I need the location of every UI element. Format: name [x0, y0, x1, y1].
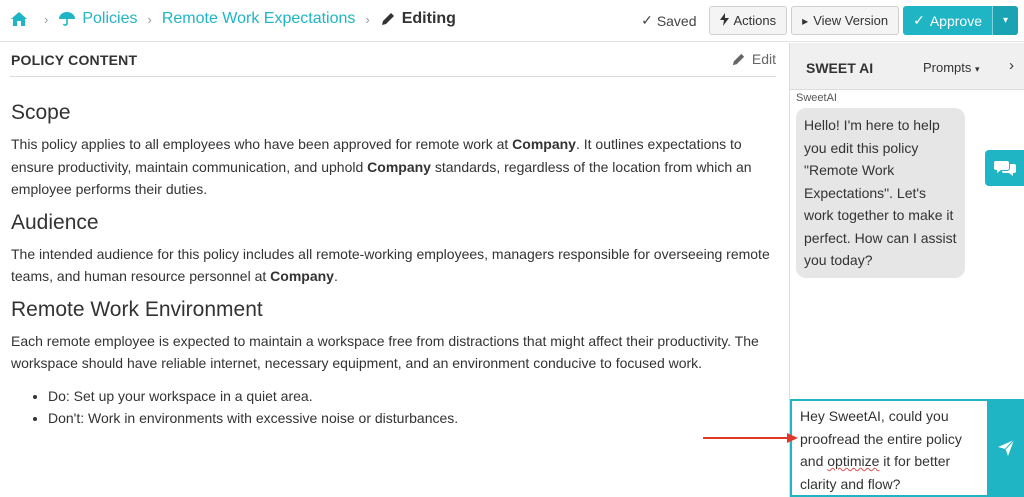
chat-toggle-button[interactable]: [985, 150, 1024, 186]
approve-label: Approve: [929, 12, 982, 29]
home-icon[interactable]: [10, 11, 28, 27]
caret-down-icon: ▾: [1002, 15, 1009, 26]
environment-heading: Remote Work Environment: [11, 297, 263, 321]
prompts-dropdown[interactable]: Prompts ▾: [923, 60, 980, 75]
chat-messages: SweetAI Hello! I'm here to help you edit…: [790, 90, 986, 396]
approve-button[interactable]: ✓ Approve: [903, 6, 992, 35]
pencil-icon: [380, 11, 396, 27]
approve-dropdown-button[interactable]: ▾: [992, 6, 1018, 35]
saved-label: Saved: [656, 12, 697, 29]
breadcrumb-policies[interactable]: Policies: [82, 10, 137, 28]
ai-message-bubble: Hello! I'm here to help you edit this po…: [796, 108, 965, 278]
send-button[interactable]: [987, 399, 1024, 497]
environment-paragraph: Each remote employee is expected to main…: [11, 332, 759, 372]
audience-heading: Audience: [11, 210, 99, 234]
environment-list: Do: Set up your workspace in a quiet are…: [48, 385, 776, 430]
scope-paragraph: This policy applies to all employees who…: [11, 136, 752, 197]
ai-header: SWEET AI Prompts ▾ ›: [790, 43, 1024, 90]
section-title: POLICY CONTENT: [11, 52, 138, 68]
chevron-right-icon: ›: [44, 11, 49, 27]
play-icon: ▸: [802, 13, 809, 28]
ai-title: SWEET AI: [806, 60, 874, 76]
toolbar: ✓ Saved Actions ▸ View Version ✓ Approve…: [641, 6, 1018, 35]
chevron-right-icon: ›: [147, 11, 152, 27]
breadcrumb: › Policies › Remote Work Expectations › …: [10, 10, 456, 28]
check-icon: ✓: [641, 12, 653, 28]
pencil-icon: [732, 53, 744, 65]
section-header: POLICY CONTENT Edit: [10, 51, 776, 77]
actions-label: Actions: [733, 13, 777, 28]
send-icon: [998, 439, 1015, 456]
umbrella-icon: [58, 11, 76, 27]
policy-panel: POLICY CONTENT Edit Scope This policy ap…: [0, 43, 789, 497]
breadcrumb-current: Editing: [401, 10, 456, 27]
list-item: Don't: Work in environments with excessi…: [48, 407, 776, 430]
comments-icon: [993, 161, 1016, 176]
collapse-chevron-icon[interactable]: ›: [1009, 57, 1014, 74]
caret-down-icon: ▾: [975, 64, 980, 74]
top-bar: › Policies › Remote Work Expectations › …: [0, 0, 1024, 42]
edit-label: Edit: [751, 51, 776, 67]
edit-button[interactable]: Edit: [731, 51, 776, 67]
audience-paragraph: The intended audience for this policy in…: [11, 245, 770, 285]
chevron-right-icon: ›: [365, 11, 370, 27]
breadcrumb-document[interactable]: Remote Work Expectations: [162, 10, 356, 28]
saved-status: ✓ Saved: [641, 12, 696, 29]
actions-button[interactable]: Actions: [708, 6, 788, 35]
bolt-icon: [719, 12, 729, 29]
scope-heading: Scope: [11, 101, 71, 124]
list-item: Do: Set up your workspace in a quiet are…: [48, 385, 776, 408]
policy-content: Scope This policy applies to all employe…: [11, 101, 776, 430]
view-version-button[interactable]: ▸ View Version: [791, 6, 900, 35]
check-icon: ✓: [913, 12, 925, 28]
view-version-label: View Version: [813, 13, 889, 28]
annotation-arrow: [703, 433, 798, 443]
message-sender: SweetAI: [796, 92, 837, 104]
chat-input[interactable]: Hey SweetAI, could you proofread the ent…: [790, 399, 987, 497]
approve-group: ✓ Approve ▾: [903, 6, 1018, 35]
ai-panel: SWEET AI Prompts ▾ › SweetAI Hello! I'm …: [789, 43, 1024, 497]
